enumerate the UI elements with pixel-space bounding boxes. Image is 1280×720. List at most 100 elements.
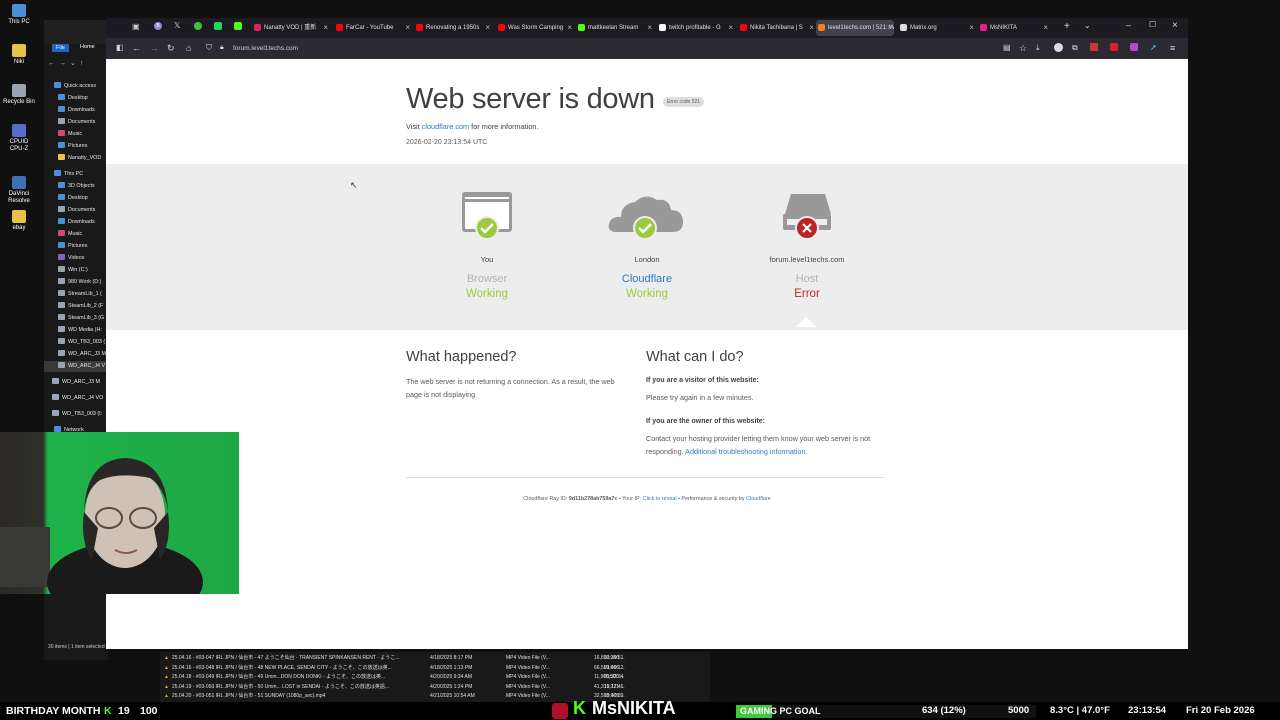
ip-label: • Your IP: <box>618 496 642 502</box>
explorer-nav-item[interactable]: Pictures <box>44 241 108 252</box>
browser-tab[interactable]: twitch profitable - G × <box>657 20 735 36</box>
browser-tab[interactable]: Was Storm Camping × <box>496 20 574 36</box>
x-pinned-tab-icon[interactable]: 𝕏 <box>174 21 180 30</box>
explorer-nav-item[interactable]: StreamLib_1 ( <box>44 289 108 300</box>
explorer-nav-item[interactable]: WD_ARC_J4 V <box>44 361 108 372</box>
explorer-nav-item[interactable]: Desktop <box>44 193 108 204</box>
new-tab-icon[interactable]: + <box>1064 21 1070 32</box>
tab-close-icon[interactable]: × <box>647 20 652 36</box>
browser-tab[interactable]: mattkeelan Stream × <box>576 20 654 36</box>
url-bar[interactable]: forum.level1techs.com <box>233 45 298 52</box>
lock-icon[interactable]: 🔒︎ <box>220 42 224 54</box>
tab-close-icon[interactable]: × <box>485 20 490 36</box>
desktop-icon[interactable]: CPUID CPU-Z <box>2 124 36 153</box>
explorer-nav-label: 3D Objects <box>68 183 95 189</box>
tab-close-icon[interactable]: × <box>323 20 328 36</box>
explorer-nav-item[interactable]: This PC <box>44 169 108 180</box>
visitor-heading: If you are a visitor of this website: <box>646 377 759 384</box>
extension-record-icon[interactable] <box>1110 43 1118 51</box>
tab-close-icon[interactable]: × <box>728 20 733 36</box>
tab-close-icon[interactable]: × <box>809 20 814 36</box>
troubleshooting-link[interactable]: Additional troubleshooting information. <box>685 447 807 456</box>
tab-close-icon[interactable]: × <box>887 20 892 36</box>
explorer-nav-item[interactable]: Music <box>44 129 108 140</box>
explorer-nav-item[interactable]: WD_ARC_J3 M <box>44 349 108 360</box>
file-len: 03:32:34 <box>604 674 624 680</box>
explorer-home-tab[interactable]: Home <box>80 44 95 50</box>
pinned-tab-kick-icon[interactable] <box>234 22 242 30</box>
browser-tab[interactable]: Nikita Tachibana | S × <box>738 20 816 36</box>
explorer-file-tab[interactable]: File <box>52 44 69 52</box>
explorer-nav-item[interactable]: Win (C:) <box>44 265 108 276</box>
explorer-nav-item[interactable]: 980 Work (D:) <box>44 277 108 288</box>
explorer-nav-item[interactable]: WD_ARC_J3 M <box>44 377 108 388</box>
explorer-nav-item[interactable]: 3D Objects <box>44 181 108 192</box>
explorer-nav-arrows[interactable]: ←→⌄↑ <box>48 59 87 67</box>
explorer-nav-item[interactable]: WD_TB3_003 ( <box>44 337 108 348</box>
explorer-nav-item[interactable]: Documents <box>44 205 108 216</box>
bookmark-star-icon[interactable]: ☆ <box>1019 42 1027 54</box>
menu-icon[interactable]: ≡ <box>1170 42 1175 54</box>
explorer-nav-item[interactable]: Downloads <box>44 217 108 228</box>
extension-red-icon[interactable] <box>1090 43 1098 51</box>
maximize-icon[interactable]: ☐ <box>1149 20 1156 29</box>
explorer-nav-item[interactable]: Music <box>44 229 108 240</box>
extensions-icon[interactable]: ⧉ <box>1072 42 1078 54</box>
home-icon[interactable]: ⌂ <box>186 42 191 54</box>
browser-tab[interactable]: Matrix.org × <box>898 20 976 36</box>
desktop-icon[interactable]: Recycle Bin <box>2 84 36 106</box>
reveal-ip-link[interactable]: Click to reveal <box>643 496 677 502</box>
explorer-nav-item[interactable]: WD Media (H: <box>44 325 108 336</box>
pinned-tab-green-icon[interactable] <box>194 22 202 30</box>
explorer-nav-item[interactable]: WD_ARC_J4 VO <box>44 393 108 404</box>
browser-tab[interactable]: Nanatty VOD | 重新 × <box>252 20 330 36</box>
close-window-icon[interactable]: × <box>1172 20 1178 31</box>
minimize-icon[interactable]: – <box>1126 20 1131 30</box>
status-cloudflare-name[interactable]: Cloudflare <box>567 273 727 285</box>
file-row[interactable]: ▲ 25.04.19 - #03-050 IRL JPN / 仙台市 - 50 U… <box>164 683 704 692</box>
file-row[interactable]: ▲ 25.04.16 - #03-047 IRL JPN / 仙台市 - 47 よ… <box>164 654 704 663</box>
forward-icon[interactable]: → <box>150 42 159 54</box>
browser-tab[interactable]: MsNIKITA × <box>978 20 1050 36</box>
explorer-nav-item[interactable]: WD_TB3_003 (I: <box>44 409 108 420</box>
tab-list-chevron-icon[interactable]: ⌄ <box>1084 21 1091 30</box>
extension-purple-icon[interactable] <box>1130 43 1138 51</box>
tab-close-icon[interactable]: × <box>1043 20 1048 36</box>
reader-view-icon[interactable]: ▤ <box>1003 42 1011 54</box>
tab-overview-icon[interactable]: ▣ <box>132 22 140 31</box>
file-row[interactable]: ▲ 25.04.16 - #03-048 IRL JPN / 仙台市 - 48 N… <box>164 664 704 673</box>
desktop-item-icon <box>12 44 26 57</box>
explorer-nav-item[interactable]: Downloads <box>44 105 108 116</box>
downloads-icon[interactable]: ⤓ <box>1036 42 1040 54</box>
pinned-tab-icon[interactable]: B <box>154 22 162 30</box>
tab-close-icon[interactable]: × <box>405 20 410 36</box>
explorer-nav-item[interactable]: SteamLib_2 (F <box>44 301 108 312</box>
explorer-nav-item[interactable]: Pictures <box>44 141 108 152</box>
extension-blue-icon[interactable]: ➚ <box>1150 42 1157 54</box>
desktop-icon[interactable]: Niki <box>2 44 36 66</box>
sidebar-toggle-icon[interactable]: ◧ <box>116 42 124 54</box>
explorer-nav-item[interactable]: Documents <box>44 117 108 128</box>
tab-close-icon[interactable]: × <box>969 20 974 36</box>
desktop-icon[interactable]: ebay <box>2 210 36 232</box>
cloudflare-footer-link[interactable]: Cloudflare <box>746 496 771 502</box>
explorer-nav-item[interactable]: Desktop <box>44 93 108 104</box>
pinned-tab-media-icon[interactable] <box>214 22 222 30</box>
browser-tab[interactable]: FarCar - YouTube × <box>334 20 412 36</box>
browser-tab[interactable]: level1techs.com | 521: W × <box>816 20 894 36</box>
desktop-icon[interactable]: DaVinci Resolve <box>2 176 36 205</box>
reload-icon[interactable]: ↻ <box>167 42 175 54</box>
account-icon[interactable] <box>1054 43 1063 52</box>
shield-icon[interactable]: ⛉ <box>206 42 212 54</box>
desktop-icon[interactable]: This PC <box>2 4 36 26</box>
browser-tab[interactable]: Renovating a 1950s × <box>414 20 492 36</box>
explorer-nav-item[interactable]: Videos <box>44 253 108 264</box>
explorer-nav-item[interactable]: Nanatty_VOD <box>44 153 108 164</box>
tab-favicon-icon <box>416 24 423 31</box>
tab-close-icon[interactable]: × <box>567 20 572 36</box>
explorer-nav-item[interactable]: Quick access <box>44 81 108 92</box>
back-icon[interactable]: ← <box>132 42 141 54</box>
cloudflare-link[interactable]: cloudflare.com <box>422 122 469 131</box>
file-row[interactable]: ▲ 25.04.18 - #03-049 IRL JPN / 仙台市 - 49 U… <box>164 673 704 682</box>
explorer-nav-item[interactable]: SteamLib_3 (G <box>44 313 108 324</box>
